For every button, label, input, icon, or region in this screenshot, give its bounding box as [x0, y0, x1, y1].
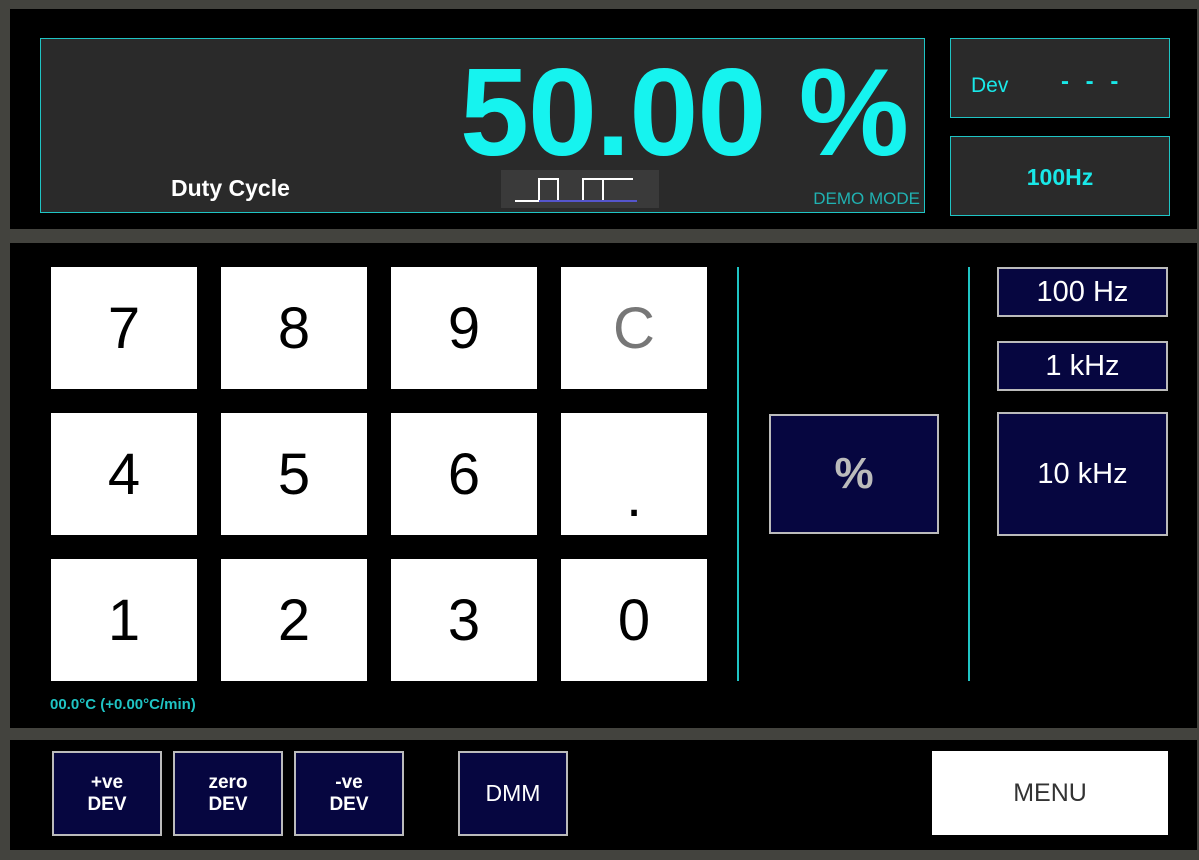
positive-dev-button[interactable]: +ve DEV	[52, 751, 162, 836]
key-4[interactable]: 4	[51, 413, 197, 535]
dmm-button[interactable]: DMM	[458, 751, 568, 836]
bottom-toolbar: +ve DEV zero DEV -ve DEV DMM MENU	[10, 740, 1197, 850]
key-0[interactable]: 0	[561, 559, 707, 681]
percent-unit-button[interactable]: %	[769, 414, 939, 534]
key-8[interactable]: 8	[221, 267, 367, 389]
key-2[interactable]: 2	[221, 559, 367, 681]
keypad-panel: 7 8 9 C 4 5 6 . 1 2 3 0 % 100 Hz 1 kHz 1…	[10, 243, 1197, 728]
negative-dev-button[interactable]: -ve DEV	[294, 751, 404, 836]
key-7[interactable]: 7	[51, 267, 197, 389]
display-label: Duty Cycle	[171, 175, 290, 201]
frequency-readout: 100Hz	[950, 136, 1170, 216]
clear-key[interactable]: C	[561, 267, 707, 389]
frequency-value: 100Hz	[1026, 164, 1094, 190]
key-6[interactable]: 6	[391, 413, 537, 535]
decimal-point-key[interactable]: .	[561, 413, 707, 535]
duty-cycle-value: 50.00 %	[459, 44, 909, 182]
freq-1khz-button[interactable]: 1 kHz	[997, 341, 1168, 391]
freq-100hz-button[interactable]: 100 Hz	[997, 267, 1168, 317]
deviation-readout: Dev - - -	[950, 38, 1170, 118]
divider-right	[968, 267, 970, 681]
temperature-readout: 00.0°C (+0.00°C/min)	[50, 696, 196, 713]
key-5[interactable]: 5	[221, 413, 367, 535]
main-display: 50.00 % Duty Cycle DEMO MODE	[40, 38, 925, 213]
zero-dev-button[interactable]: zero DEV	[173, 751, 283, 836]
key-3[interactable]: 3	[391, 559, 537, 681]
dev-value: - - -	[1061, 68, 1124, 95]
demo-mode-label: DEMO MODE	[813, 189, 920, 208]
top-display-panel: 50.00 % Duty Cycle DEMO MODE Dev - - - 1…	[10, 9, 1197, 229]
square-wave-icon	[501, 170, 659, 208]
divider-left	[737, 267, 739, 681]
key-9[interactable]: 9	[391, 267, 537, 389]
menu-button[interactable]: MENU	[932, 751, 1168, 835]
key-1[interactable]: 1	[51, 559, 197, 681]
freq-10khz-button[interactable]: 10 kHz	[997, 412, 1168, 536]
dev-label: Dev	[971, 74, 1009, 97]
